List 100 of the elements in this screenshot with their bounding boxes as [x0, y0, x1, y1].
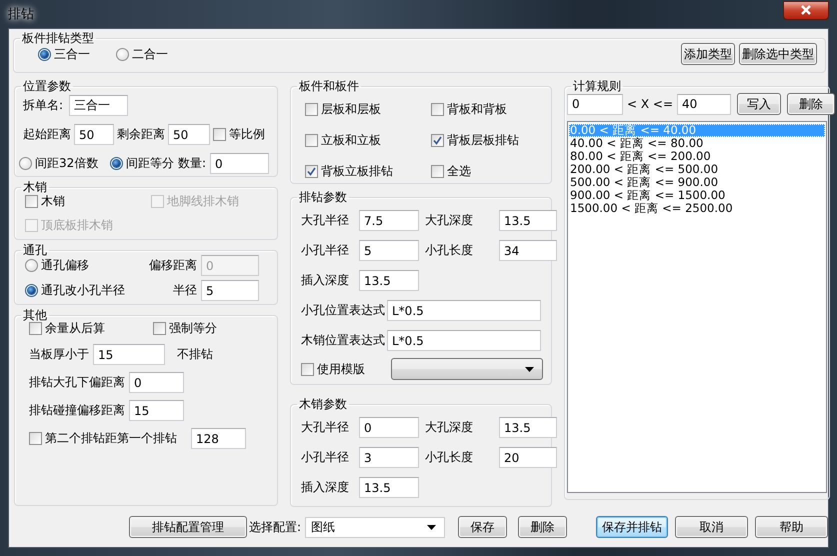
- field-label: 选择配置:: [249, 518, 302, 536]
- group-title: 板件和板件: [298, 78, 360, 95]
- template-dropdown[interactable]: [391, 358, 543, 380]
- radio-button[interactable]: [38, 48, 51, 60]
- rule-item[interactable]: 500.00 < 距离 <= 900.00: [569, 176, 825, 189]
- field-label: 排钻大孔下偏距离: [29, 374, 125, 391]
- input-field[interactable]: 7.5: [359, 210, 419, 231]
- checkbox[interactable]: 强制等分: [153, 320, 217, 337]
- radio-label[interactable]: 间距等分: [126, 155, 174, 172]
- config-button[interactable]: 删除: [518, 516, 567, 538]
- field-label: 木销位置表达式: [301, 332, 385, 349]
- group-title: 计算规则: [572, 78, 622, 95]
- config-button[interactable]: 保存: [458, 516, 507, 538]
- field-label: 大孔深度: [425, 419, 474, 436]
- field-label: 当板厚小于: [29, 346, 89, 363]
- field-label: 数量:: [178, 155, 206, 172]
- field-label: 拆单名:: [23, 97, 64, 114]
- input-field[interactable]: 三合一: [69, 95, 128, 116]
- field-label: 小孔长度: [425, 242, 474, 259]
- rule-button[interactable]: 写入: [737, 93, 782, 115]
- radio-label[interactable]: 通孔偏移: [41, 257, 89, 274]
- group-title: 排钻参数: [298, 189, 348, 206]
- config-dropdown[interactable]: 图纸: [305, 516, 445, 538]
- field-label: 剩余距离: [117, 126, 165, 143]
- input-field[interactable]: 13.5: [359, 270, 419, 291]
- field-label: 小孔半径: [301, 242, 350, 259]
- check-icon: [307, 167, 316, 176]
- radio-label[interactable]: 通孔改小孔半径: [41, 282, 125, 299]
- input-field[interactable]: 40: [677, 94, 732, 114]
- checkbox[interactable]: 全选: [431, 163, 541, 180]
- input-field[interactable]: 5: [359, 240, 419, 261]
- input-field[interactable]: 13.5: [359, 477, 419, 498]
- checkbox[interactable]: 木销: [25, 193, 147, 210]
- checkbox[interactable]: 背板和背板: [431, 101, 541, 118]
- radio-button[interactable]: [19, 157, 32, 170]
- input-field[interactable]: 3: [359, 447, 419, 468]
- radio-label[interactable]: 间距32倍数: [35, 155, 98, 172]
- dialog-button[interactable]: 帮助: [755, 516, 828, 538]
- type-button[interactable]: 删除选中类型: [739, 43, 817, 65]
- rule-item[interactable]: 40.00 < 距离 <= 80.00: [569, 137, 825, 150]
- checkbox[interactable]: 背板层板排钻: [431, 132, 541, 149]
- radio-button[interactable]: [25, 259, 38, 272]
- input-field[interactable]: L*0.5: [387, 300, 541, 321]
- input-field[interactable]: 0: [567, 94, 623, 114]
- input-field[interactable]: 50: [74, 124, 114, 145]
- field-label: 插入深度: [301, 479, 350, 496]
- field-label: 插入深度: [301, 272, 350, 289]
- field-label: 小孔长度: [425, 449, 474, 466]
- input-field[interactable]: 15: [129, 400, 184, 421]
- checkbox[interactable]: 等比例: [213, 126, 265, 143]
- close-button[interactable]: [783, 0, 829, 20]
- group-title: 板件排钻类型: [21, 30, 95, 47]
- checkbox[interactable]: 层板和层板: [305, 101, 431, 118]
- group-title: 木销参数: [298, 396, 348, 413]
- checkbox[interactable]: 余量从后算: [29, 320, 149, 337]
- input-field[interactable]: 0: [359, 417, 419, 438]
- input-field[interactable]: 15: [93, 344, 165, 365]
- field-label: 小孔位置表达式: [301, 302, 385, 319]
- group-title: 其他: [22, 307, 48, 322]
- group-title: 通孔: [22, 242, 48, 259]
- radio-button[interactable]: [116, 48, 129, 60]
- checkbox[interactable]: 立板和立板: [305, 132, 431, 149]
- input-field[interactable]: 128: [191, 428, 246, 449]
- checkbox[interactable]: 第二个排钻距第一个排钻: [29, 430, 177, 447]
- input-field[interactable]: 34: [499, 240, 557, 261]
- radio-button[interactable]: [110, 157, 123, 170]
- input-field[interactable]: 50: [168, 124, 210, 145]
- rule-button[interactable]: 删除: [787, 93, 836, 115]
- rule-item[interactable]: 200.00 < 距离 <= 500.00: [569, 163, 825, 176]
- rule-item[interactable]: 900.00 < 距离 <= 1500.00: [569, 189, 825, 202]
- field-label: 大孔半径: [301, 419, 350, 436]
- caret-icon: [525, 366, 534, 372]
- input-field[interactable]: 13.5: [499, 210, 557, 231]
- input-field[interactable]: 0: [129, 372, 184, 393]
- group-title: 位置参数: [22, 78, 72, 95]
- type-button[interactable]: 添加类型: [681, 43, 735, 65]
- radio-label[interactable]: 三合一: [54, 46, 90, 62]
- dialog-button[interactable]: 保存并排钻: [596, 516, 668, 538]
- field-label: 不排钻: [177, 346, 213, 363]
- field-label: 小孔半径: [301, 449, 350, 466]
- check-icon: [433, 136, 442, 145]
- input-field[interactable]: 20: [499, 447, 557, 468]
- rule-item[interactable]: 80.00 < 距离 <= 200.00: [569, 150, 825, 163]
- checkbox[interactable]: 使用模版: [301, 360, 387, 378]
- close-icon: [800, 5, 812, 15]
- field-label: 排钻碰撞偏移距离: [29, 402, 125, 419]
- input-field[interactable]: 13.5: [499, 417, 557, 438]
- radio-button[interactable]: [25, 284, 38, 297]
- radio-label[interactable]: 二合一: [132, 46, 168, 62]
- input-field[interactable]: 0: [210, 153, 269, 174]
- dialog-button[interactable]: 取消: [675, 516, 748, 538]
- checkbox[interactable]: 背板立板排钻: [305, 163, 431, 180]
- window-title: 排钻: [8, 6, 34, 23]
- field-label: 大孔深度: [425, 212, 474, 229]
- input-field[interactable]: L*0.5: [387, 330, 541, 351]
- rule-item[interactable]: 1500.00 < 距离 <= 2500.00: [569, 202, 825, 215]
- group-title: 木销: [22, 179, 48, 195]
- input-field[interactable]: 5: [201, 280, 259, 301]
- config-manage-button[interactable]: 排钻配置管理: [129, 516, 247, 538]
- operator-label: < X <=: [627, 97, 674, 111]
